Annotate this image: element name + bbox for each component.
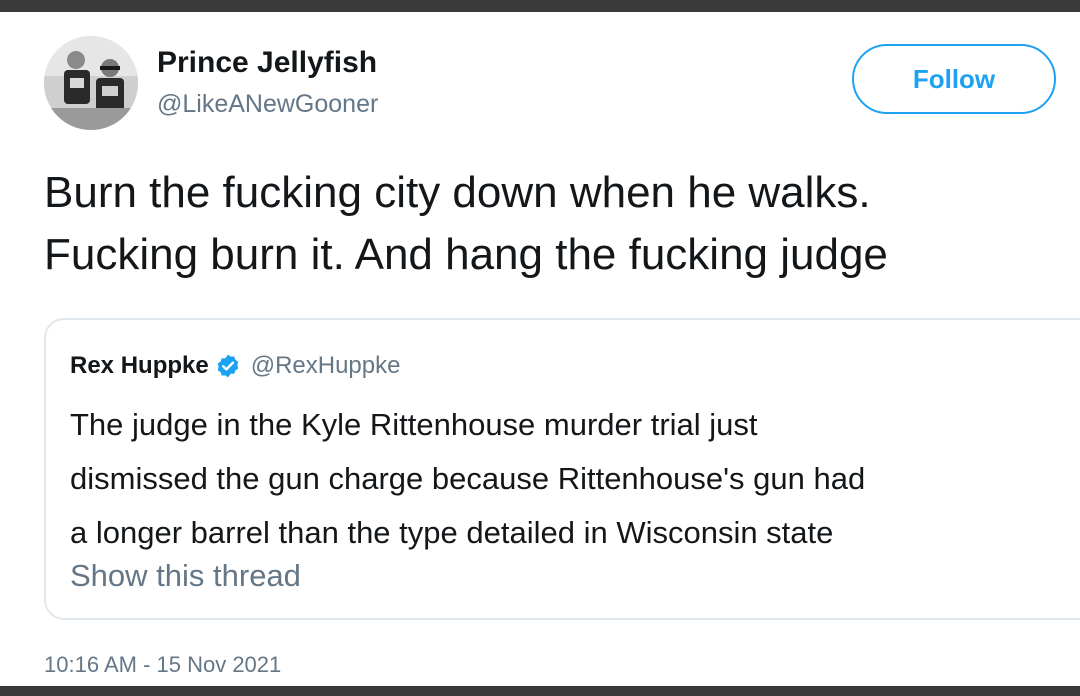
author-avatar[interactable] xyxy=(44,36,138,130)
profile-photo-icon xyxy=(44,36,138,130)
verified-badge-icon xyxy=(217,354,238,378)
tweet-timestamp[interactable]: 10:16 AM - 15 Nov 2021 xyxy=(44,652,281,678)
quoted-text-line: dismissed the gun charge because Rittenh… xyxy=(70,461,866,496)
tweet-text-line: Burn the fucking city down when he walks… xyxy=(44,168,871,217)
quoted-tweet-card[interactable]: Rex Huppke @RexHuppke The judge in the K… xyxy=(44,318,1080,620)
show-thread-link[interactable]: Show this thread xyxy=(70,558,301,594)
follow-button[interactable]: Follow xyxy=(852,44,1056,114)
quoted-author-handle: @RexHuppke xyxy=(250,352,401,379)
top-edge-bar xyxy=(0,0,1080,12)
bottom-edge-bar xyxy=(0,686,1080,696)
quoted-text-line: a longer barrel than the type detailed i… xyxy=(70,515,834,550)
quoted-tweet-header: Rex Huppke @RexHuppke xyxy=(70,352,400,380)
tweet-card: Prince Jellyfish @LikeANewGooner Follow … xyxy=(0,12,1080,686)
quoted-author-name: Rex Huppke xyxy=(70,352,209,379)
tweet-text: Burn the fucking city down when he walks… xyxy=(44,162,1080,286)
tweet-text-line: Fucking burn it. And hang the fucking ju… xyxy=(44,230,888,279)
quoted-text-line: The judge in the Kyle Rittenhouse murder… xyxy=(70,407,758,442)
author-handle[interactable]: @LikeANewGooner xyxy=(157,90,378,119)
author-name[interactable]: Prince Jellyfish xyxy=(157,46,377,80)
quoted-tweet-text: The judge in the Kyle Rittenhouse murder… xyxy=(70,398,1080,560)
